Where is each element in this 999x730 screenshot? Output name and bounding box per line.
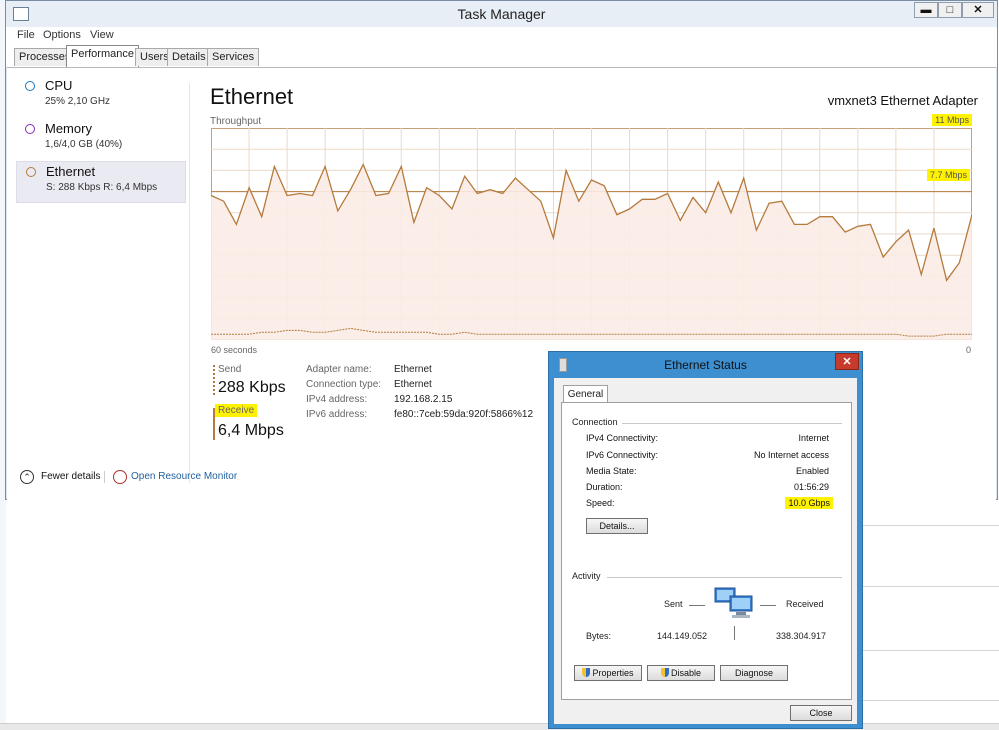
tab-performance[interactable]: Performance	[66, 45, 139, 67]
sidebar-item-cpu[interactable]: CPU 25% 2,10 GHz	[16, 76, 186, 118]
close-button[interactable]: ✕	[962, 2, 994, 18]
chevron-up-icon[interactable]: ⌃	[20, 470, 34, 484]
ethernet-indicator-icon	[26, 167, 36, 177]
bytes-label: Bytes:	[586, 631, 612, 641]
property-label: IPv6 address:	[306, 409, 368, 420]
sidebar-item-title: CPU	[45, 78, 73, 93]
dialog-body: General Connection IPv4 Connectivity: In…	[554, 378, 857, 724]
receive-label-text: Receive	[215, 404, 258, 417]
y-axis-max-label: 11 Mbps	[932, 114, 972, 126]
duration-value: 01:56:29	[793, 482, 829, 492]
ipv6-connectivity-label: IPv6 Connectivity:	[586, 450, 659, 460]
page-title: Ethernet	[210, 84, 294, 109]
sidebar-item-subtitle: S: 288 Kbps R: 6,4 Mbps	[46, 182, 158, 193]
property-value: 192.168.2.15	[394, 394, 453, 405]
minimize-button[interactable]: ▬	[914, 2, 938, 18]
cpu-indicator-icon	[25, 81, 35, 91]
window-title: Task Manager	[6, 1, 997, 27]
sidebar-item-subtitle: 25% 2,10 GHz	[45, 96, 111, 107]
property-value: Ethernet	[394, 379, 432, 390]
disable-button[interactable]: Disable	[647, 665, 715, 681]
resource-monitor-icon[interactable]	[113, 470, 127, 484]
property-label: IPv4 address:	[306, 394, 368, 405]
sidebar-item-title: Memory	[45, 121, 92, 136]
sent-line	[689, 605, 705, 606]
tab-services[interactable]: Services	[207, 48, 260, 66]
media-state-value: Enabled	[795, 466, 829, 476]
send-legend-line	[213, 365, 217, 395]
network-cable-icon	[559, 358, 567, 372]
task-manager-icon	[13, 7, 29, 21]
properties-button-label: Properties	[592, 668, 634, 678]
x-axis-right-label: 0	[966, 345, 972, 355]
property-label: Adapter name:	[306, 364, 372, 375]
activity-group-label: Activity	[572, 571, 601, 581]
speed-value-text: 10.0 Gbps	[785, 497, 833, 509]
y-axis-mid-text: 7.7 Mbps	[926, 169, 970, 181]
memory-indicator-icon	[25, 124, 35, 134]
x-axis-left-label: 60 seconds	[211, 345, 258, 355]
property-value: fe80::7ceb:59da:920f:5866%12	[394, 409, 534, 420]
menu-file[interactable]: File	[17, 29, 35, 41]
property-value: Ethernet	[394, 364, 432, 375]
diagnose-button[interactable]: Diagnose	[720, 665, 788, 681]
throughput-graph	[211, 128, 972, 340]
ethernet-status-dialog: Ethernet Status ✕ General Connection IPv…	[548, 351, 863, 729]
y-axis-max-text: 11 Mbps	[932, 114, 972, 126]
disable-button-label: Disable	[670, 668, 701, 678]
received-label: Received	[786, 599, 824, 609]
y-axis-mid-label: 7.7 Mbps	[926, 169, 970, 181]
sidebar-item-title: Ethernet	[46, 164, 96, 179]
background-divider	[862, 650, 999, 651]
bytes-sent-value: 144.149.052	[657, 631, 708, 641]
group-divider	[607, 577, 842, 578]
group-divider	[622, 423, 842, 424]
receive-label: Receive	[215, 404, 258, 417]
ipv4-connectivity-label: IPv4 Connectivity:	[586, 433, 659, 443]
ipv6-connectivity-value: No Internet access	[753, 450, 829, 460]
send-value: 288 Kbps	[218, 379, 286, 396]
network-computers-icon	[714, 587, 753, 618]
received-line	[760, 605, 776, 606]
properties-button[interactable]: Properties	[574, 665, 642, 681]
menu-bar: File Options View	[6, 27, 997, 45]
sidebar-divider	[189, 83, 190, 483]
menu-options[interactable]: Options	[43, 29, 81, 41]
dialog-close-button[interactable]: ✕	[835, 353, 859, 370]
duration-label: Duration:	[586, 482, 623, 492]
speed-label: Speed:	[586, 498, 615, 508]
close-dialog-button[interactable]: Close	[790, 705, 852, 721]
activity-separator	[734, 626, 735, 640]
media-state-label: Media State:	[586, 466, 637, 476]
connection-group-label: Connection	[572, 417, 618, 427]
sent-label: Sent	[664, 599, 683, 609]
adapter-name: vmxnet3 Ethernet Adapter	[827, 93, 978, 108]
sidebar-item-subtitle: 1,6/4,0 GB (40%)	[45, 139, 123, 150]
sidebar-item-memory[interactable]: Memory 1,6/4,0 GB (40%)	[16, 119, 186, 161]
general-panel: Connection IPv4 Connectivity: Internet I…	[561, 402, 852, 700]
footer-separator	[104, 471, 105, 483]
sidebar-item-ethernet[interactable]: Ethernet S: 288 Kbps R: 6,4 Mbps	[16, 161, 186, 203]
receive-value: 6,4 Mbps	[218, 422, 284, 439]
shield-icon	[582, 668, 591, 677]
tab-bar: Processes Performance Users Details Serv…	[6, 45, 997, 67]
throughput-label: Throughput	[210, 116, 262, 127]
details-button[interactable]: Details...	[586, 518, 648, 534]
background-divider	[862, 700, 999, 701]
maximize-button[interactable]: □	[938, 2, 962, 18]
shield-icon	[660, 668, 669, 677]
menu-view[interactable]: View	[90, 29, 114, 41]
tab-general[interactable]: General	[563, 385, 608, 403]
property-label: Connection type:	[306, 379, 382, 390]
background-divider	[862, 586, 999, 587]
bytes-received-value: 338.304.917	[776, 631, 827, 641]
send-label: Send	[218, 364, 242, 375]
open-resource-monitor-link[interactable]: Open Resource Monitor	[131, 471, 237, 482]
ipv4-connectivity-value: Internet	[798, 433, 829, 443]
speed-value: 10.0 Gbps	[785, 497, 833, 509]
fewer-details-link[interactable]: Fewer details	[41, 471, 100, 482]
dialog-title: Ethernet Status	[664, 358, 747, 372]
tab-details[interactable]: Details	[167, 48, 211, 66]
